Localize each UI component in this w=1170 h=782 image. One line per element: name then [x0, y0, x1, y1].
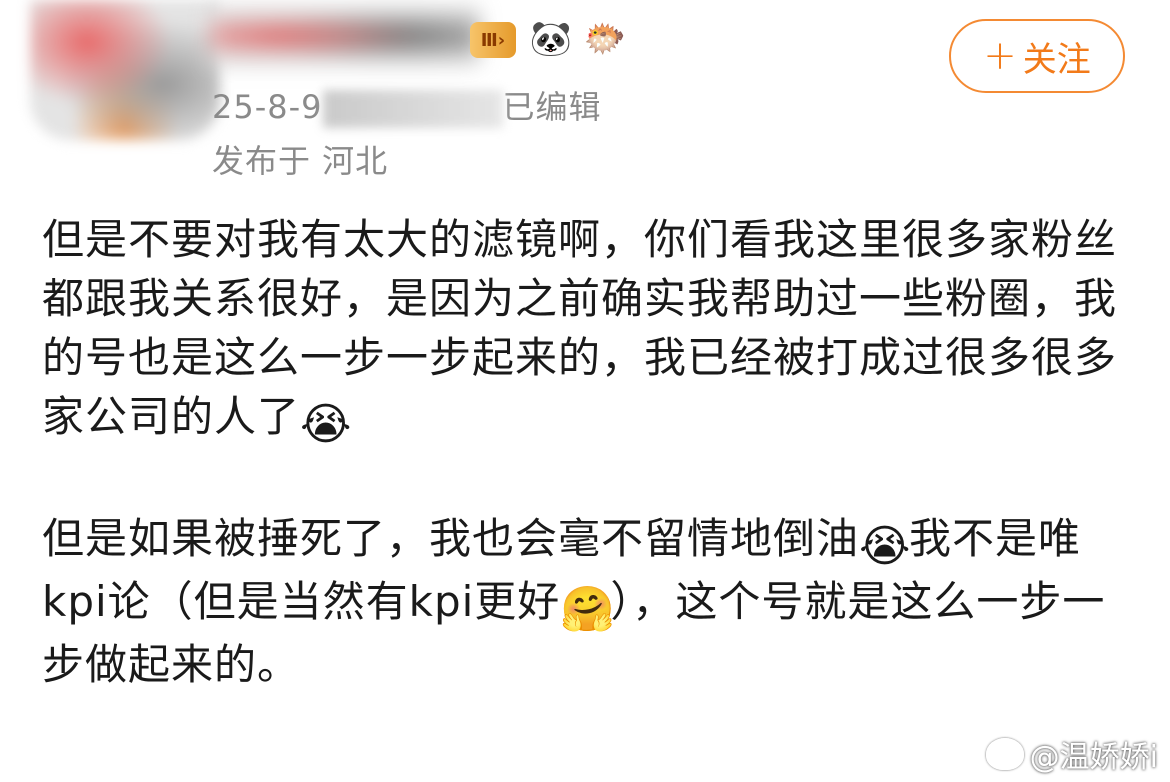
vip-badge[interactable]: Ⅲ› [470, 22, 516, 58]
weibo-logo-icon [985, 738, 1024, 770]
paragraph-2-part1: 但是如果被捶死了，我也会毫不留情地倒油 [42, 514, 860, 563]
paragraph-1: 但是不要对我有太大的滤镜啊，你们看我这里很多家粉丝都跟我关系很好，是因为之前确实… [42, 210, 1132, 450]
fish-icon: 🐡 [583, 19, 627, 59]
post-body: 但是不要对我有太大的滤镜啊，你们看我这里很多家粉丝都跟我关系很好，是因为之前确实… [42, 210, 1132, 694]
paragraph-1-text: 但是不要对我有太大的滤镜啊，你们看我这里很多家粉丝都跟我关系很好，是因为之前确实… [42, 215, 1118, 441]
follow-button[interactable]: + 关注 [949, 19, 1125, 93]
post-location: 发布于 河北 [212, 142, 389, 180]
hug-emoji-icon: 🤗 [560, 584, 617, 635]
plus-icon: + [983, 33, 1017, 79]
username-blurred[interactable] [210, 6, 480, 66]
edited-label: 已编辑 [502, 88, 602, 126]
post-time: 25-8-9 已编辑 [212, 82, 602, 128]
crying-emoji-icon: 😭 [859, 521, 912, 572]
follow-label: 关注 [1022, 39, 1091, 80]
watermark-text: @温娇娇i [1029, 740, 1158, 775]
panda-icon: 🐼 [529, 19, 573, 59]
watermark: @温娇娇i [985, 732, 1158, 776]
avatar[interactable] [30, 0, 220, 140]
post-time-text: 25-8-9 [212, 88, 323, 126]
time-blurred [322, 90, 503, 128]
crying-emoji-icon: 😭 [300, 399, 353, 450]
paragraph-2: 但是如果被捶死了，我也会毫不留情地倒油😭我不是唯kpi论（但是当然有kpi更好🤗… [42, 509, 1132, 694]
